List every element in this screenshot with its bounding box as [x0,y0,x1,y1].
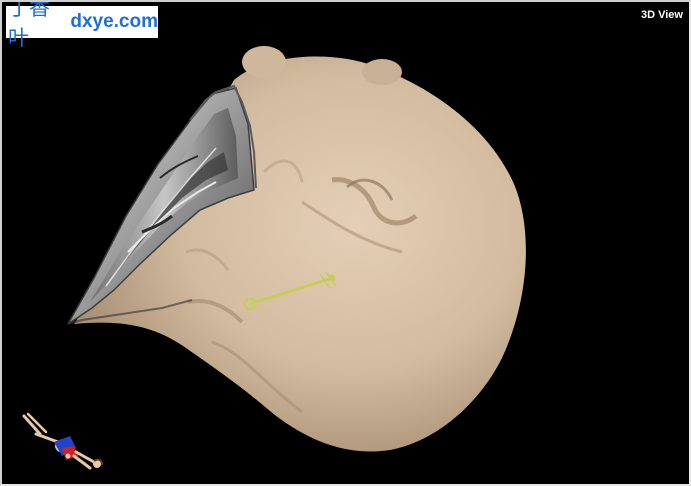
watermark-cjk: 丁香叶 [8,0,50,50]
watermark-latin: dxye.com [70,11,158,32]
view-label: 3D View [641,9,683,21]
watermark: 丁香叶 dxye.com [6,2,158,50]
3d-viewport[interactable]: 丁香叶 dxye.com 3D View [0,0,691,486]
head-bump-right [362,59,402,85]
orientation-figure-icon[interactable] [18,412,110,476]
head-bump-left [242,46,286,78]
